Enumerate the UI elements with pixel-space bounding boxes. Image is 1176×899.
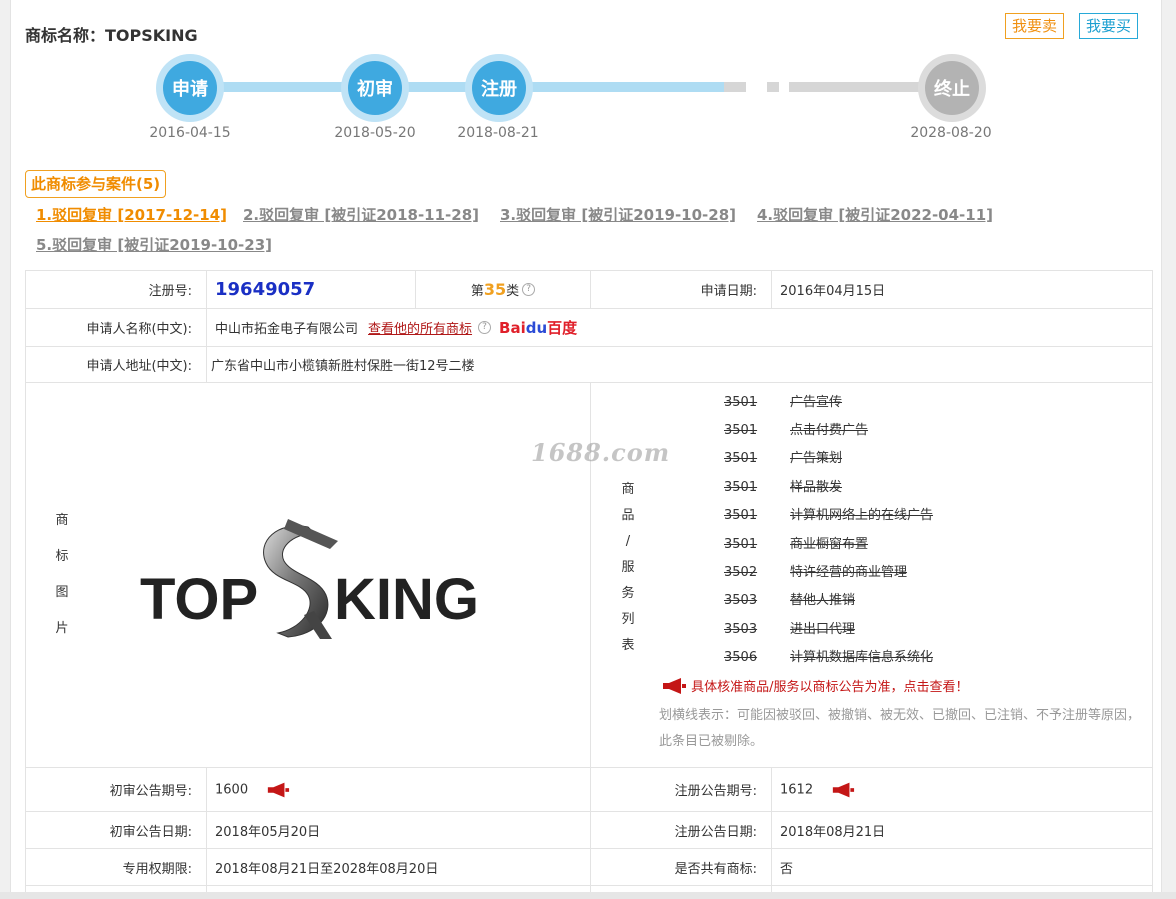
reg-pub-date-value: 2018年08月21日 (771, 811, 1153, 849)
trademark-detail-page: 商标名称：TOPSKING 我要卖 我要买 申请 初审 注册 终止 2016-0… (10, 0, 1162, 892)
reg-no-label: 注册号: (25, 270, 207, 309)
table-row: 申请人地址(中文): 广东省中山市小榄镇新胜村保胜一街12号二楼 (25, 346, 1153, 383)
timeline-date: 2028-08-20 (910, 125, 992, 141)
megaphone-icon (663, 678, 686, 694)
list-item: 3501 点击付费广告 (724, 423, 869, 438)
table-row: 初审公告期号: 1600 注册公告期号: 1612 (25, 767, 1153, 812)
help-icon[interactable]: ? (478, 321, 492, 334)
timeline-dash (767, 82, 779, 92)
prelim-date-label: 初审公告日期: (25, 811, 207, 849)
goods-label: 商品 / 服务列表 (621, 482, 635, 653)
case-link-2[interactable]: 2.驳回复审 [被引证2018-11-28] (243, 204, 479, 225)
reg-pub-no-cell: 1612 (771, 767, 1153, 812)
cases-badge: 此商标参与案件(5) (25, 170, 167, 198)
list-item: 3503 替他人推销 (724, 593, 856, 608)
page-title: 商标名称：TOPSKING (25, 26, 198, 45)
image-cell: 商标图片 TOP KING (25, 382, 591, 768)
timeline-date: 2018-05-20 (334, 125, 416, 141)
all-marks-link[interactable]: 查看他的所有商标 (368, 322, 472, 337)
strike-note: 划横线表示：可能因被驳回、被撤销、被无效、已撤回、已注销、不予注册等原因，此条目… (659, 708, 1141, 749)
reg-no-value: 19649057 (215, 279, 316, 300)
list-item: 3503 进出口代理 (724, 622, 856, 637)
exclusive-label: 专用权期限: (25, 848, 207, 886)
exclusive-value: 2018年08月21日至2028年08月20日 (206, 848, 591, 886)
trademark-logo: TOP KING (138, 511, 484, 645)
baidu-search-logo[interactable]: Baidu百度 (499, 319, 577, 337)
class-cell: 第35类? (415, 270, 591, 309)
table-row: 初审公告日期: 2018年05月20日 注册公告日期: 2018年08月21日 (25, 811, 1153, 849)
case-link-3[interactable]: 3.驳回复审 [被引证2019-10-28] (500, 204, 736, 225)
timeline-node-terminate: 终止 (918, 54, 986, 122)
list-item: 3501 计算机网络上的在线广告 (724, 508, 934, 523)
timeline-node-prelim: 初审 (341, 54, 409, 122)
megaphone-icon[interactable] (266, 782, 290, 798)
logo-text-left: TOP (140, 567, 258, 632)
prelim-no-label: 初审公告期号: (25, 767, 207, 812)
watermark: 1688.com (531, 438, 671, 467)
goods-cell: 商品 / 服务列表 3501 广告宣传 3501 点击付费广告 3501 广告策划 350… (590, 382, 1153, 768)
help-icon[interactable]: ? (522, 283, 536, 296)
shared-value: 否 (771, 848, 1153, 886)
paw-icon: du (525, 319, 548, 337)
timeline-progress-bar (189, 82, 724, 92)
buy-button[interactable]: 我要买 (1079, 13, 1139, 39)
table-row: 专用权期限: 2018年08月21日至2028年08月20日 是否共有商标: 否 (25, 848, 1153, 886)
reg-pub-no-value: 1612 (780, 782, 814, 797)
shared-label: 是否共有商标: (590, 848, 772, 886)
applicant-value: 中山市拓金电子有限公司 (215, 322, 359, 337)
address-value: 广东省中山市小榄镇新胜村保胜一街12号二楼 (206, 346, 1153, 383)
timeline-dash (724, 82, 746, 92)
list-item: 3501 广告策划 (724, 451, 843, 466)
list-item: 3501 样品散发 (724, 480, 843, 495)
trademark-info-table: 注册号: 19649057 第35类? 申请日期: 2016年04月15日 申请… (25, 270, 1153, 892)
reg-pub-date-label: 注册公告日期: (590, 811, 772, 849)
megaphone-icon[interactable] (831, 782, 855, 798)
apply-date-value: 2016年04月15日 (771, 270, 1153, 309)
case-link-5[interactable]: 5.驳回复审 [被引证2019-10-23] (36, 234, 272, 255)
prelim-date-value: 2018年05月20日 (206, 811, 591, 849)
timeline-node-apply: 申请 (156, 54, 224, 122)
case-link-4[interactable]: 4.驳回复审 [被引证2022-04-11] (757, 204, 993, 225)
timeline-date: 2018-08-21 (457, 125, 539, 141)
apply-date-label: 申请日期: (590, 270, 772, 309)
page-bottom-strip (0, 892, 1176, 899)
address-label: 申请人地址(中文): (25, 346, 207, 383)
trademark-logo-image: TOP KING (140, 519, 479, 639)
list-item: 3506 计算机数据库信息系统化 (724, 650, 934, 665)
goods-notice-link[interactable]: 具体核准商品/服务以商标公告为准，点击查看！ (661, 676, 969, 695)
list-item: 3501 商业橱窗布置 (724, 537, 869, 552)
image-label: 商标图片 (55, 513, 69, 636)
list-item: 3501 广告宣传 (724, 395, 843, 410)
trademark-name: TOPSKING (105, 26, 198, 45)
goods-list: 商品 / 服务列表 3501 广告宣传 3501 点击付费广告 3501 广告策划 350… (591, 383, 1152, 767)
prelim-no-cell: 1600 (206, 767, 591, 812)
prelim-no-value: 1600 (215, 782, 249, 797)
timeline-date: 2016-04-15 (149, 125, 231, 141)
applicant-cell: 中山市拓金电子有限公司 查看他的所有商标? Baidu百度 (206, 308, 1153, 347)
case-link-1[interactable]: 1.驳回复审 [2017-12-14] (36, 204, 227, 225)
list-item: 3502 特许经营的商业管理 (724, 565, 908, 580)
table-row: 注册号: 19649057 第35类? 申请日期: 2016年04月15日 (25, 270, 1153, 309)
timeline-node-register: 注册 (465, 54, 533, 122)
class-number: 35 (483, 280, 507, 299)
applicant-label: 申请人名称(中文): (25, 308, 207, 347)
sell-button[interactable]: 我要卖 (1005, 13, 1065, 39)
logo-text-right: KING (334, 567, 479, 632)
table-row: 申请人名称(中文): 中山市拓金电子有限公司 查看他的所有商标? Baidu百度 (25, 308, 1153, 347)
reg-pub-no-label: 注册公告期号: (590, 767, 772, 812)
